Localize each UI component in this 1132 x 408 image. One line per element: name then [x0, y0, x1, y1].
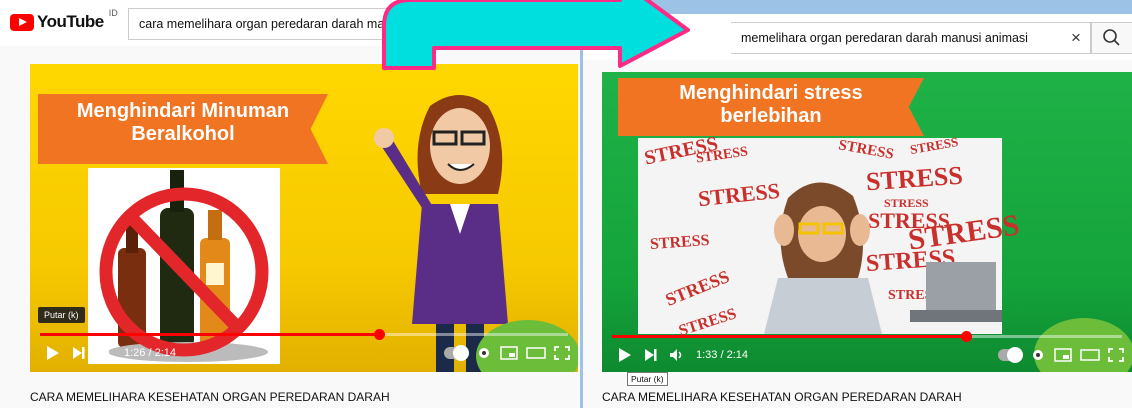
- logo-region-code: ID: [108, 8, 118, 18]
- next-button[interactable]: [638, 342, 664, 368]
- play-button[interactable]: [612, 342, 638, 368]
- progress-played: [40, 333, 379, 336]
- youtube-logo[interactable]: YouTube ID: [10, 8, 118, 32]
- progress-played: [612, 335, 966, 338]
- stressed-woman-illustration: [764, 182, 882, 334]
- search-input[interactable]: memelihara organ peredaran darah manusi …: [731, 22, 1091, 54]
- progress-bar[interactable]: [612, 331, 1122, 342]
- player-controls: 1:33 / 2:14: [602, 340, 1132, 370]
- fullscreen-icon[interactable]: [1108, 348, 1124, 362]
- play-tooltip: Putar (k): [627, 372, 668, 386]
- volume-button[interactable]: [92, 340, 118, 366]
- settings-gear-icon[interactable]: [476, 345, 492, 361]
- right-screenshot-panel: memelihara organ peredaran darah manusi …: [583, 14, 1132, 408]
- search-icon: [1103, 29, 1120, 46]
- next-icon: [645, 349, 657, 361]
- next-icon: [73, 347, 85, 359]
- video-title[interactable]: CARA MEMELIHARA KESEHATAN ORGAN PEREDARA…: [30, 390, 390, 404]
- time-display: 1:26 / 2:14: [124, 347, 176, 359]
- player-controls: 1:26 / 2:14: [30, 338, 578, 368]
- miniplayer-icon[interactable]: [500, 346, 518, 360]
- volume-icon: [670, 349, 682, 361]
- theater-mode-icon[interactable]: [526, 347, 546, 359]
- youtube-logo-icon: [10, 13, 34, 31]
- video-banner: Menghindari Minuman Beralkohol: [38, 94, 328, 164]
- logo-text: YouTube: [37, 12, 104, 31]
- next-button[interactable]: [66, 340, 92, 366]
- play-icon: [619, 348, 631, 362]
- search-query-text: memelihara organ peredaran darah manusi …: [741, 31, 1028, 45]
- stress-word: STRESS: [649, 231, 711, 254]
- progress-bar[interactable]: [40, 329, 568, 340]
- autoplay-toggle-icon[interactable]: [444, 345, 469, 361]
- banner-line-2: Beralkohol: [131, 123, 235, 145]
- stress-word: STRESS: [908, 133, 960, 158]
- volume-icon: [98, 347, 110, 359]
- stress-illustration: STRESS STRESS STRESS STRESS STRESS STRESS STRE…: [638, 133, 1021, 340]
- laptop-illustration: [910, 262, 1002, 322]
- banner-line-1: Menghindari Minuman: [76, 100, 290, 122]
- transition-arrow-icon: [382, 0, 690, 70]
- theater-mode-icon[interactable]: [1080, 349, 1100, 361]
- banner-line-1: Menghindari stress: [679, 82, 863, 104]
- play-icon: [47, 346, 59, 360]
- miniplayer-icon[interactable]: [1054, 348, 1072, 362]
- video-title[interactable]: CARA MEMELIHARA KESEHATAN ORGAN PEREDARA…: [602, 390, 962, 404]
- video-banner: Menghindari stress berlebihan: [618, 78, 924, 136]
- video-player[interactable]: Menghindari Minuman Beralkohol Putar (k)…: [30, 64, 578, 372]
- play-tooltip: Putar (k): [38, 307, 85, 323]
- fullscreen-icon[interactable]: [554, 346, 570, 360]
- play-button[interactable]: [40, 340, 66, 366]
- banner-line-2: berlebihan: [720, 105, 822, 127]
- video-player[interactable]: Menghindari stress berlebihan STRESS STRE…: [602, 72, 1132, 372]
- stress-word: STRESS: [662, 266, 733, 310]
- stress-word: STRESS: [837, 137, 895, 163]
- close-icon[interactable]: ×: [1062, 28, 1090, 48]
- search-button[interactable]: [1091, 22, 1132, 54]
- autoplay-toggle-icon[interactable]: [998, 347, 1023, 363]
- volume-button[interactable]: [664, 342, 690, 368]
- settings-gear-icon[interactable]: [1030, 347, 1046, 363]
- time-display: 1:33 / 2:14: [696, 349, 748, 361]
